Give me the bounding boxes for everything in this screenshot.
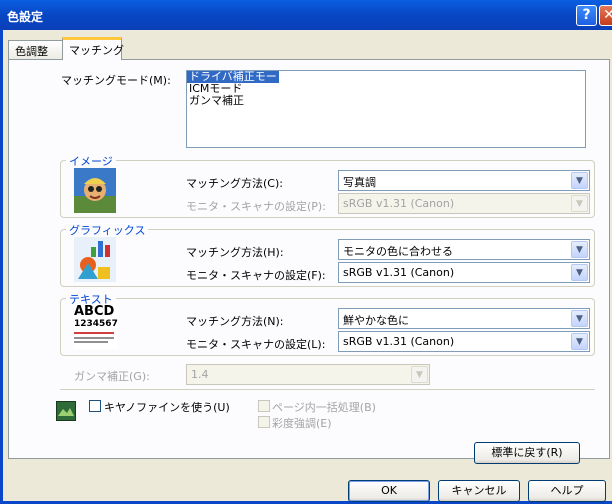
gamma-select: 1.4 ▼ (186, 364, 430, 385)
gamma-value: 1.4 (191, 368, 209, 381)
text-thumbnail-icon: ABCD 1234567 (74, 305, 118, 349)
graphics-monitor-value: sRGB v1.31 (Canon) (343, 266, 455, 279)
chevron-down-icon[interactable]: ▼ (571, 241, 588, 258)
text-method-value: 鮮やかな色に (343, 314, 409, 327)
ok-button[interactable]: OK (348, 480, 430, 502)
image-method-value: 写真調 (343, 176, 376, 189)
text-monitor-select[interactable]: sRGB v1.31 (Canon) ▼ (338, 331, 590, 352)
image-monitor-label: モニタ・スキャナの設定(P): (186, 200, 326, 213)
text-method-label: マッチング方法(N): (186, 315, 284, 328)
cancel-button[interactable]: キャンセル (438, 480, 520, 502)
gamma-label: ガンマ補正(G): (74, 370, 150, 383)
window-title: 色設定 (7, 10, 44, 24)
graphics-group-title: グラフィックス (66, 222, 149, 238)
saturation-checkbox (258, 416, 270, 428)
chevron-down-icon: ▼ (411, 366, 428, 383)
chevron-down-icon[interactable]: ▼ (571, 333, 588, 350)
image-method-label: マッチング方法(C): (186, 177, 283, 190)
tab-color-adjust[interactable]: 色調整 (8, 40, 63, 59)
matching-mode-listbox[interactable]: ドライバ補正モード ICMモード ガンマ補正 (186, 70, 586, 148)
matching-mode-label: マッチングモード(M): (61, 74, 171, 87)
title-bar: 色設定 ? ✕ (0, 0, 612, 30)
chevron-down-icon: ▼ (571, 195, 588, 212)
help-button[interactable]: ヘルプ (528, 480, 606, 502)
graphics-monitor-label: モニタ・スキャナの設定(F): (186, 269, 326, 282)
graphics-method-label: マッチング方法(H): (186, 246, 284, 259)
graphics-monitor-select[interactable]: sRGB v1.31 (Canon) ▼ (338, 262, 590, 283)
page-batch-checkbox (258, 400, 270, 412)
image-monitor-value: sRGB v1.31 (Canon) (343, 197, 455, 210)
image-method-select[interactable]: 写真調 ▼ (338, 170, 590, 191)
graphics-thumbnail-icon (74, 237, 116, 282)
help-icon[interactable]: ? (576, 5, 597, 26)
image-group-title: イメージ (66, 153, 116, 169)
text-thumb-rule (74, 337, 114, 339)
text-thumb-line2: 1234567 (74, 319, 118, 329)
canon-fine-label: キヤノファインを使う(U) (104, 401, 230, 414)
text-thumb-rule (74, 341, 108, 343)
text-monitor-label: モニタ・スキャナの設定(L): (186, 338, 326, 351)
chevron-down-icon[interactable]: ▼ (571, 172, 588, 189)
graphics-method-value: モニタの色に合わせる (343, 245, 453, 258)
canon-fine-checkbox[interactable] (89, 400, 101, 412)
text-method-select[interactable]: 鮮やかな色に ▼ (338, 308, 590, 329)
list-item[interactable]: ICMモード (187, 83, 585, 95)
page-batch-label: ページ内一括処理(B) (272, 401, 376, 414)
chevron-down-icon[interactable]: ▼ (571, 264, 588, 281)
window-frame-left (0, 30, 3, 504)
text-monitor-value: sRGB v1.31 (Canon) (343, 335, 455, 348)
image-monitor-select: sRGB v1.31 (Canon) ▼ (338, 193, 590, 214)
chevron-down-icon[interactable]: ▼ (571, 310, 588, 327)
divider (60, 389, 595, 390)
saturation-label: 彩度強調(E) (272, 417, 332, 430)
graphics-method-select[interactable]: モニタの色に合わせる ▼ (338, 239, 590, 260)
tab-matching[interactable]: マッチング (62, 37, 124, 60)
list-item[interactable]: ガンマ補正 (187, 95, 585, 107)
close-icon[interactable]: ✕ (599, 5, 612, 26)
reset-defaults-button[interactable]: 標準に戻す(R) (474, 442, 580, 464)
text-thumb-line1: ABCD (74, 304, 115, 319)
photo-thumbnail-icon (74, 168, 116, 213)
text-thumb-rule (74, 332, 114, 334)
canon-fine-icon (56, 401, 76, 421)
